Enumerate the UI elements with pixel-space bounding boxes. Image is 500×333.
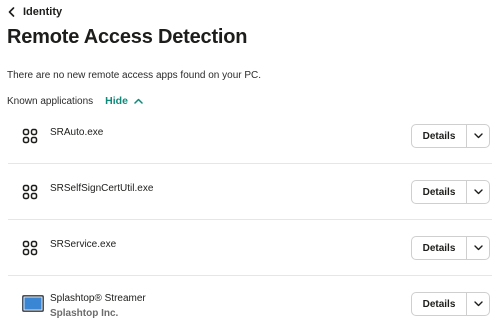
- remote-access-detection-page: Identity Remote Access Detection There a…: [0, 0, 500, 333]
- breadcrumb-back[interactable]: Identity: [8, 6, 62, 18]
- known-applications-header: Known applications Hide: [7, 95, 143, 107]
- details-button[interactable]: Details: [412, 293, 467, 315]
- details-split-button: Details: [411, 292, 490, 316]
- hide-toggle-label: Hide: [105, 95, 128, 107]
- details-split-button: Details: [411, 180, 490, 204]
- known-applications-label: Known applications: [7, 95, 94, 107]
- details-dropdown-button[interactable]: [467, 125, 489, 147]
- app-name: Splashtop® Streamer: [50, 293, 146, 304]
- known-applications-list: SRAuto.exe Details SRSelfSignCertUtil.ex…: [8, 108, 492, 331]
- app-publisher: Splashtop Inc.: [50, 308, 119, 319]
- chevron-left-icon: [8, 7, 15, 17]
- app-grid-icon: [22, 184, 38, 200]
- hide-toggle-button[interactable]: Hide: [105, 95, 143, 107]
- status-message: There are no new remote access apps foun…: [7, 70, 262, 81]
- app-name: SRService.exe: [50, 239, 117, 250]
- details-button[interactable]: Details: [412, 181, 467, 203]
- list-item: SRService.exe Details: [8, 220, 492, 276]
- details-dropdown-button[interactable]: [467, 237, 489, 259]
- app-grid-icon: [22, 128, 38, 144]
- app-name: SRAuto.exe: [50, 127, 104, 138]
- list-item: Splashtop® Streamer Splashtop Inc. Detai…: [8, 276, 492, 331]
- chevron-up-icon: [134, 98, 143, 104]
- chevron-down-icon: [473, 189, 483, 195]
- breadcrumb-label: Identity: [23, 6, 63, 18]
- details-dropdown-button[interactable]: [467, 181, 489, 203]
- details-button[interactable]: Details: [412, 237, 467, 259]
- chevron-down-icon: [473, 245, 483, 251]
- monitor-icon: [22, 295, 44, 312]
- list-item: SRSelfSignCertUtil.exe Details: [8, 164, 492, 220]
- details-split-button: Details: [411, 236, 490, 260]
- details-split-button: Details: [411, 124, 490, 148]
- chevron-down-icon: [473, 301, 483, 307]
- chevron-down-icon: [473, 133, 483, 139]
- page-title: Remote Access Detection: [7, 26, 248, 48]
- details-dropdown-button[interactable]: [467, 293, 489, 315]
- list-item: SRAuto.exe Details: [8, 108, 492, 164]
- app-grid-icon: [22, 240, 38, 256]
- app-name: SRSelfSignCertUtil.exe: [50, 183, 154, 194]
- details-button[interactable]: Details: [412, 125, 467, 147]
